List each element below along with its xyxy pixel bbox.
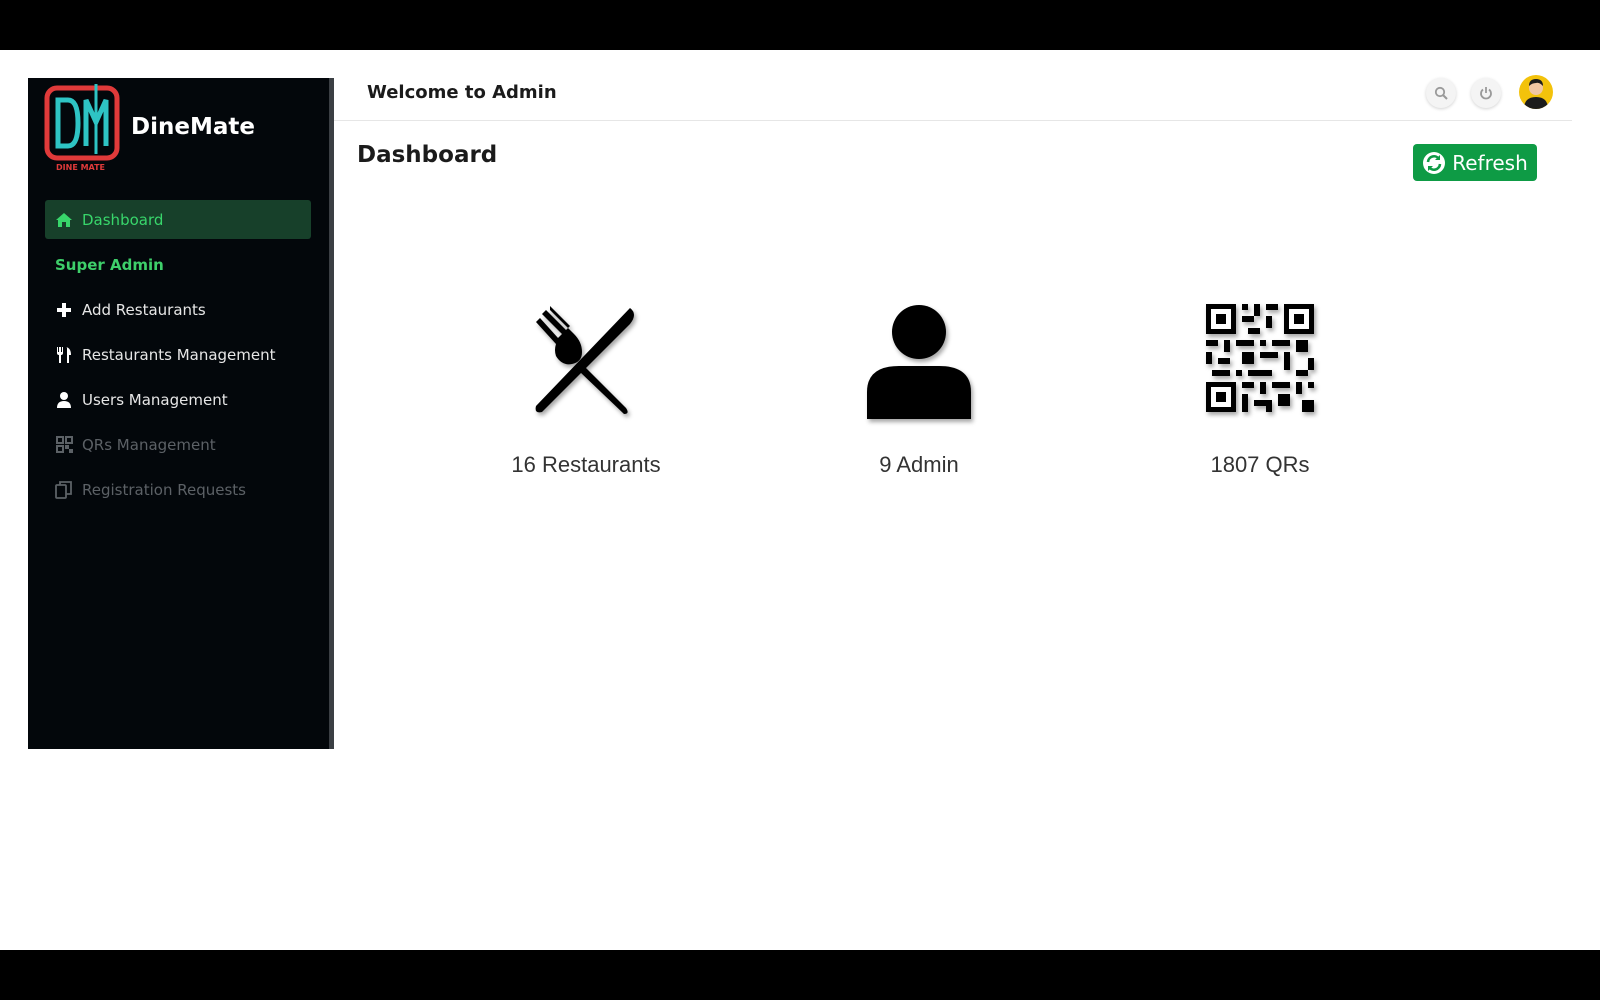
- sidebar-section-label: Super Admin: [55, 255, 164, 274]
- refresh-icon: [1423, 151, 1446, 174]
- sidebar-item-label: Restaurants Management: [82, 345, 276, 364]
- qr-icon: [55, 436, 73, 454]
- sidebar-item-label: Dashboard: [82, 210, 164, 229]
- sidebar-section-super-admin: Super Admin: [45, 245, 311, 284]
- sidebar-item-users-management[interactable]: Users Management: [45, 380, 311, 419]
- refresh-button[interactable]: Refresh: [1413, 144, 1537, 181]
- search-button[interactable]: [1426, 78, 1456, 108]
- stat-qrs[interactable]: 1807 QRs: [1140, 296, 1380, 478]
- qr-code-icon: [1200, 296, 1320, 424]
- sidebar-item-label: QRs Management: [82, 435, 216, 454]
- plus-icon: [55, 301, 73, 319]
- home-icon: [55, 211, 73, 229]
- stat-label: 9 Admin: [879, 452, 959, 477]
- sidebar-item-add-restaurants[interactable]: Add Restaurants: [45, 290, 311, 329]
- sidebar-item-dashboard[interactable]: Dashboard: [45, 200, 311, 239]
- fork-knife-icon: [526, 296, 646, 424]
- stat-label: 16 Restaurants: [511, 452, 661, 477]
- logout-button[interactable]: [1471, 78, 1501, 108]
- user-icon: [55, 391, 73, 409]
- sidebar-item-label: Users Management: [82, 390, 228, 409]
- sidebar-item-registration-requests[interactable]: Registration Requests: [45, 470, 311, 509]
- dinemate-logo-icon: DINE MATE: [44, 84, 120, 172]
- copy-icon: [55, 480, 73, 499]
- user-avatar[interactable]: [1519, 75, 1553, 109]
- stat-restaurants[interactable]: 16 Restaurants: [466, 296, 706, 478]
- sidebar-item-qrs-management[interactable]: QRs Management: [45, 425, 311, 464]
- person-icon: [859, 296, 979, 424]
- letterbox-top: [0, 0, 1600, 50]
- top-header: Welcome to Admin: [334, 75, 1572, 121]
- welcome-text: Welcome to Admin: [367, 82, 557, 103]
- brand-name: DineMate: [131, 114, 255, 140]
- stat-admin[interactable]: 9 Admin: [799, 296, 1039, 478]
- avatar-icon: [1524, 79, 1548, 109]
- sidebar-nav: Dashboard Super Admin Add Restaurants Re…: [45, 200, 311, 515]
- stat-label: 1807 QRs: [1210, 452, 1310, 477]
- search-icon: [1434, 86, 1448, 100]
- utensils-icon: [55, 346, 73, 364]
- sidebar-item-label: Registration Requests: [82, 480, 246, 499]
- sidebar-item-restaurants-management[interactable]: Restaurants Management: [45, 335, 311, 374]
- power-icon: [1480, 87, 1492, 100]
- svg-text:DINE MATE: DINE MATE: [56, 163, 105, 172]
- sidebar-item-label: Add Restaurants: [82, 300, 206, 319]
- letterbox-bottom: [0, 950, 1600, 1000]
- page-title: Dashboard: [357, 142, 498, 168]
- sidebar: DINE MATE DineMate Dashboard Super Admin…: [28, 78, 334, 749]
- refresh-label: Refresh: [1452, 150, 1528, 175]
